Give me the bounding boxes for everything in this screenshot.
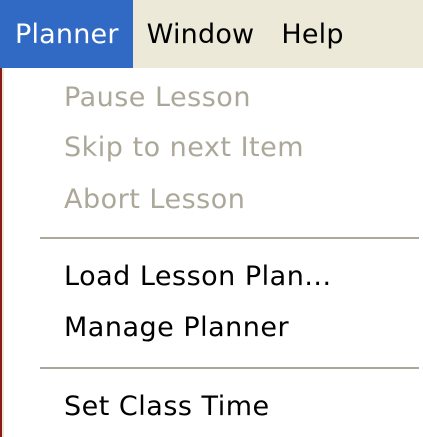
menu-window-label: Window	[146, 18, 255, 50]
menu-item-skip-to-next-item[interactable]: Skip to next Item	[64, 132, 304, 163]
menu-item-manage-planner[interactable]: Manage Planner	[64, 312, 289, 343]
menu-separator	[40, 237, 419, 239]
menu-separator	[40, 367, 419, 369]
application-window: Planner Window Help Pause Lesson Skip to…	[0, 0, 423, 437]
menu-item-set-class-time[interactable]: Set Class Time	[64, 391, 270, 422]
planner-dropdown-menu: Pause Lesson Skip to next Item Abort Les…	[4, 68, 423, 437]
menu-window[interactable]: Window	[133, 0, 268, 68]
menu-help[interactable]: Help	[267, 0, 356, 68]
menu-help-label: Help	[281, 18, 344, 50]
menu-item-abort-lesson[interactable]: Abort Lesson	[64, 184, 245, 215]
menu-planner[interactable]: Planner	[0, 0, 133, 68]
menu-item-pause-lesson[interactable]: Pause Lesson	[64, 82, 251, 113]
menu-item-load-lesson-plan[interactable]: Load Lesson Plan...	[64, 261, 332, 292]
menu-bar: Planner Window Help	[0, 0, 423, 68]
menu-planner-label: Planner	[15, 18, 119, 50]
